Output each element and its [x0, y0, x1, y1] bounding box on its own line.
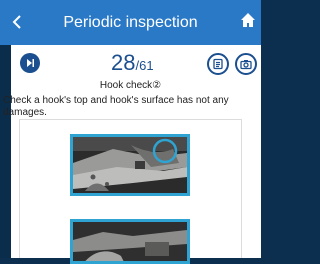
header-bar: Periodic inspection	[0, 0, 261, 45]
current-step: 28	[111, 50, 136, 75]
total-steps: /61	[135, 58, 154, 73]
check-item-description: Check a hook's top and hook's surface ha…	[3, 95, 229, 118]
back-button[interactable]	[4, 8, 30, 36]
photo-area	[19, 119, 242, 264]
page-title: Periodic inspection	[63, 14, 198, 31]
hook-top-image	[73, 137, 187, 193]
skip-forward-icon	[27, 59, 34, 67]
note-icon	[213, 58, 223, 70]
note-button[interactable]	[207, 53, 229, 75]
chevron-left-icon	[12, 15, 21, 29]
step-counter: 28/61	[111, 51, 181, 77]
camera-icon	[240, 60, 252, 70]
app-screen: Periodic inspection 28/61 Hook check② Ch…	[0, 0, 261, 264]
hook-top-photo[interactable]	[70, 134, 190, 196]
home-icon	[241, 13, 255, 27]
hook-surface-photo[interactable]	[70, 219, 190, 264]
skip-button[interactable]	[20, 53, 40, 73]
camera-button[interactable]	[235, 53, 257, 75]
step-navigation: 28/61	[11, 45, 261, 75]
home-button[interactable]	[240, 12, 261, 34]
check-item-title: Hook check②	[99, 80, 162, 91]
